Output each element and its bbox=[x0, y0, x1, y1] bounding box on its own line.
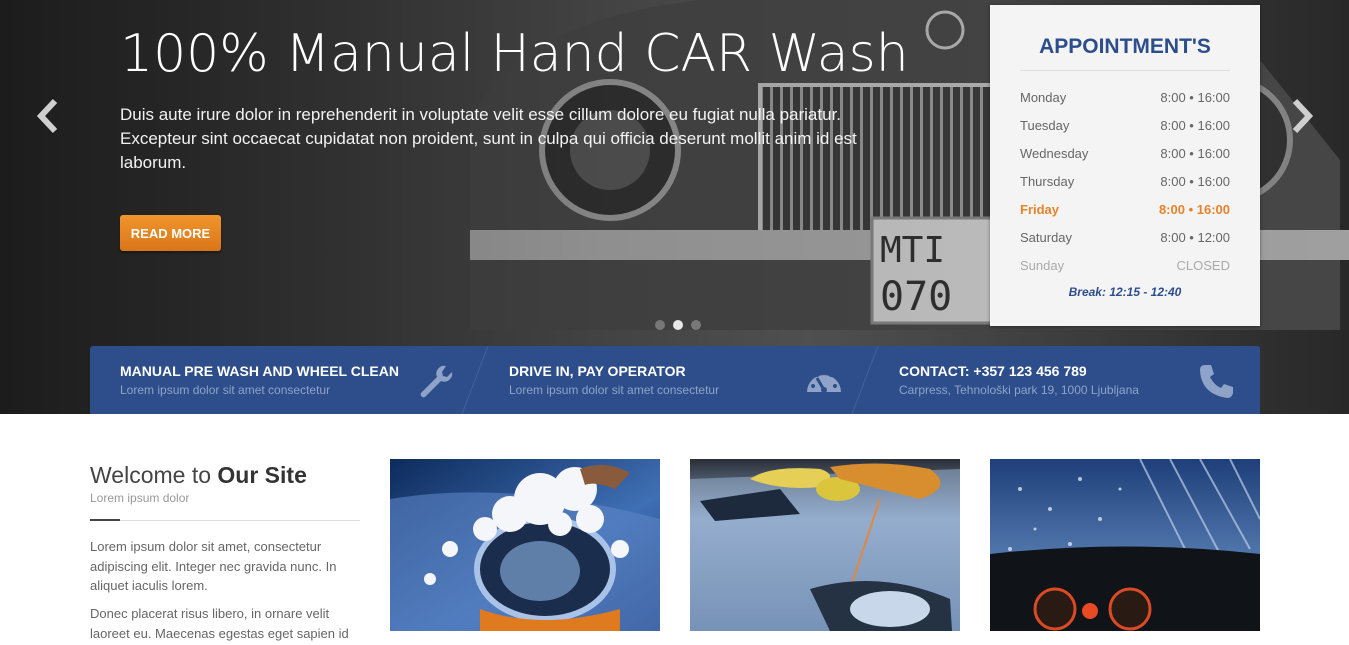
welcome-title-prefix: Welcome to bbox=[90, 462, 218, 488]
chevron-left-icon[interactable] bbox=[33, 98, 61, 134]
read-more-button[interactable]: READ MORE bbox=[120, 215, 221, 251]
appointment-day: Monday bbox=[1020, 90, 1067, 105]
appointment-row: Thursday 8:00 • 16:00 bbox=[1020, 174, 1230, 194]
appointment-day: Friday bbox=[1020, 202, 1060, 217]
appointment-day: Tuesday bbox=[1020, 118, 1070, 133]
phone-icon bbox=[1200, 365, 1233, 398]
feature-title: CONTACT: +357 123 456 789 bbox=[899, 363, 1087, 379]
appointment-row-closed: Sunday CLOSED bbox=[1020, 258, 1230, 278]
welcome-paragraph: Donec placerat risus libero, in ornare v… bbox=[90, 606, 349, 641]
feature-title: DRIVE IN, PAY OPERATOR bbox=[509, 363, 686, 379]
speedometer-icon bbox=[807, 370, 841, 393]
welcome-title-bold: Our Site bbox=[217, 462, 307, 488]
feature-title: MANUAL PRE WASH AND WHEEL CLEAN bbox=[120, 363, 399, 379]
appointment-hours: 8:00 • 16:00 bbox=[1160, 90, 1230, 105]
appointment-hours: 8:00 • 12:00 bbox=[1160, 230, 1230, 245]
welcome-divider bbox=[90, 520, 360, 521]
feature-prewash: MANUAL PRE WASH AND WHEEL CLEAN Lorem ip… bbox=[90, 346, 480, 414]
appointment-divider bbox=[1020, 70, 1230, 71]
hero-title: 100% Manual Hand CAR Wash bbox=[120, 24, 909, 84]
slider-dot[interactable] bbox=[655, 320, 665, 330]
welcome-divider-accent bbox=[90, 519, 120, 521]
photo-headlight-wash[interactable] bbox=[390, 459, 660, 631]
appointment-row: Saturday 8:00 • 12:00 bbox=[1020, 230, 1230, 250]
photo-windshield-wash[interactable] bbox=[990, 459, 1260, 631]
appointment-hours: 8:00 • 16:00 bbox=[1160, 174, 1230, 189]
appointment-row: Wednesday 8:00 • 16:00 bbox=[1020, 146, 1230, 166]
appointment-break: Break: 12:15 - 12:40 bbox=[1068, 285, 1182, 299]
chevron-right-icon[interactable] bbox=[1289, 98, 1317, 134]
welcome-title: Welcome to Our Site bbox=[90, 462, 307, 489]
appointment-hours: 8:00 • 16:00 bbox=[1158, 202, 1230, 217]
appointment-row: Monday 8:00 • 16:00 bbox=[1020, 90, 1230, 110]
feature-subtitle: Lorem ipsum dolor sit amet consectetur bbox=[509, 383, 720, 397]
feature-drive-in: DRIVE IN, PAY OPERATOR Lorem ipsum dolor… bbox=[479, 346, 869, 414]
appointment-row: Tuesday 8:00 • 16:00 bbox=[1020, 118, 1230, 138]
appointment-hours: 8:00 • 16:00 bbox=[1160, 118, 1230, 133]
appointment-row-today: Friday 8:00 • 16:00 bbox=[1020, 202, 1230, 222]
appointment-day: Sunday bbox=[1020, 258, 1065, 273]
slider-dots bbox=[655, 320, 701, 330]
appointment-hours: CLOSED bbox=[1176, 258, 1230, 273]
appointment-box: APPOINTMENT'S Monday 8:00 • 16:00 Tuesda… bbox=[990, 5, 1260, 326]
feature-subtitle: Carpress, Tehnološki park 19, 1000 Ljubl… bbox=[899, 383, 1139, 397]
welcome-subtitle: Lorem ipsum dolor bbox=[90, 491, 190, 505]
appointment-day: Wednesday bbox=[1020, 146, 1089, 161]
feature-contact: CONTACT: +357 123 456 789 Carpress, Tehn… bbox=[869, 346, 1260, 414]
appointment-day: Thursday bbox=[1020, 174, 1075, 189]
feature-subtitle: Lorem ipsum dolor sit amet consectetur bbox=[120, 383, 331, 397]
slider-dot[interactable] bbox=[691, 320, 701, 330]
hero-text: Duis aute irure dolor in reprehenderit i… bbox=[120, 105, 857, 172]
appointment-day: Saturday bbox=[1020, 230, 1073, 245]
welcome-paragraph: Lorem ipsum dolor sit amet, consectetur … bbox=[90, 539, 337, 593]
appointment-hours: 8:00 • 16:00 bbox=[1160, 146, 1230, 161]
slider-dot-active[interactable] bbox=[673, 320, 683, 330]
photo-hood-sponge[interactable] bbox=[690, 459, 960, 631]
features-bar: MANUAL PRE WASH AND WHEEL CLEAN Lorem ip… bbox=[90, 346, 1260, 414]
wrench-icon bbox=[420, 365, 453, 398]
appointment-title: APPOINTMENT'S bbox=[1039, 35, 1211, 58]
